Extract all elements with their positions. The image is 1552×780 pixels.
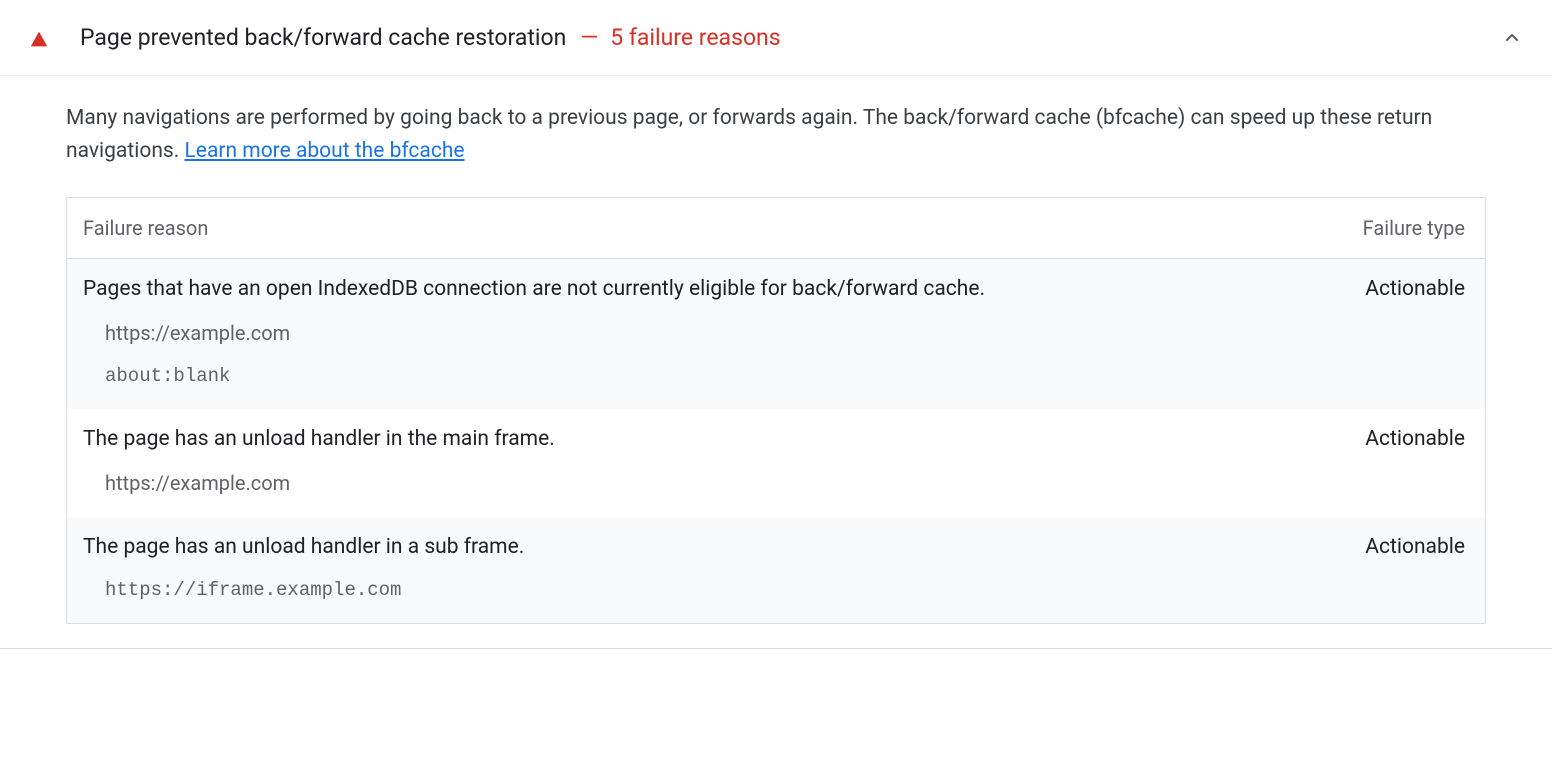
table-body: Pages that have an open IndexedDB connec… (67, 259, 1485, 623)
audit-title: Page prevented back/forward cache restor… (80, 24, 566, 51)
table-row: The page has an unload handler in the ma… (67, 409, 1485, 517)
table-row-main: The page has an unload handler in the ma… (83, 427, 1469, 451)
failure-type: Actionable (1365, 535, 1469, 559)
failure-detail-url: https://iframe.example.com (83, 579, 1469, 601)
table-row: The page has an unload handler in a sub … (67, 517, 1485, 623)
bfcache-audit-panel: Page prevented back/forward cache restor… (0, 0, 1552, 649)
failure-reason: The page has an unload handler in a sub … (83, 535, 1365, 559)
table-row: Pages that have an open IndexedDB connec… (67, 259, 1485, 409)
failure-detail-url: about:blank (83, 365, 1469, 387)
table-row-main: The page has an unload handler in a sub … (83, 535, 1469, 559)
table-header: Failure reason Failure type (67, 198, 1485, 259)
failure-type: Actionable (1365, 277, 1469, 301)
table-row-main: Pages that have an open IndexedDB connec… (83, 277, 1469, 301)
warning-triangle-icon (28, 28, 50, 50)
column-header-reason: Failure reason (83, 216, 1363, 240)
failure-table: Failure reason Failure type Pages that h… (66, 197, 1486, 624)
failure-type: Actionable (1365, 427, 1469, 451)
chevron-up-icon (1500, 26, 1524, 50)
audit-description: Many navigations are performed by going … (66, 102, 1486, 167)
failure-detail-url: https://example.com (83, 321, 1469, 345)
failure-detail-url: https://example.com (83, 471, 1469, 495)
failure-reason: Pages that have an open IndexedDB connec… (83, 277, 1365, 301)
audit-failure-count: 5 failure reasons (610, 24, 780, 51)
column-header-type: Failure type (1363, 216, 1469, 240)
audit-title-separator: — (580, 24, 598, 51)
audit-body: Many navigations are performed by going … (0, 76, 1552, 648)
audit-header[interactable]: Page prevented back/forward cache restor… (0, 0, 1552, 76)
failure-reason: The page has an unload handler in the ma… (83, 427, 1365, 451)
learn-more-link[interactable]: Learn more about the bfcache (185, 139, 465, 163)
